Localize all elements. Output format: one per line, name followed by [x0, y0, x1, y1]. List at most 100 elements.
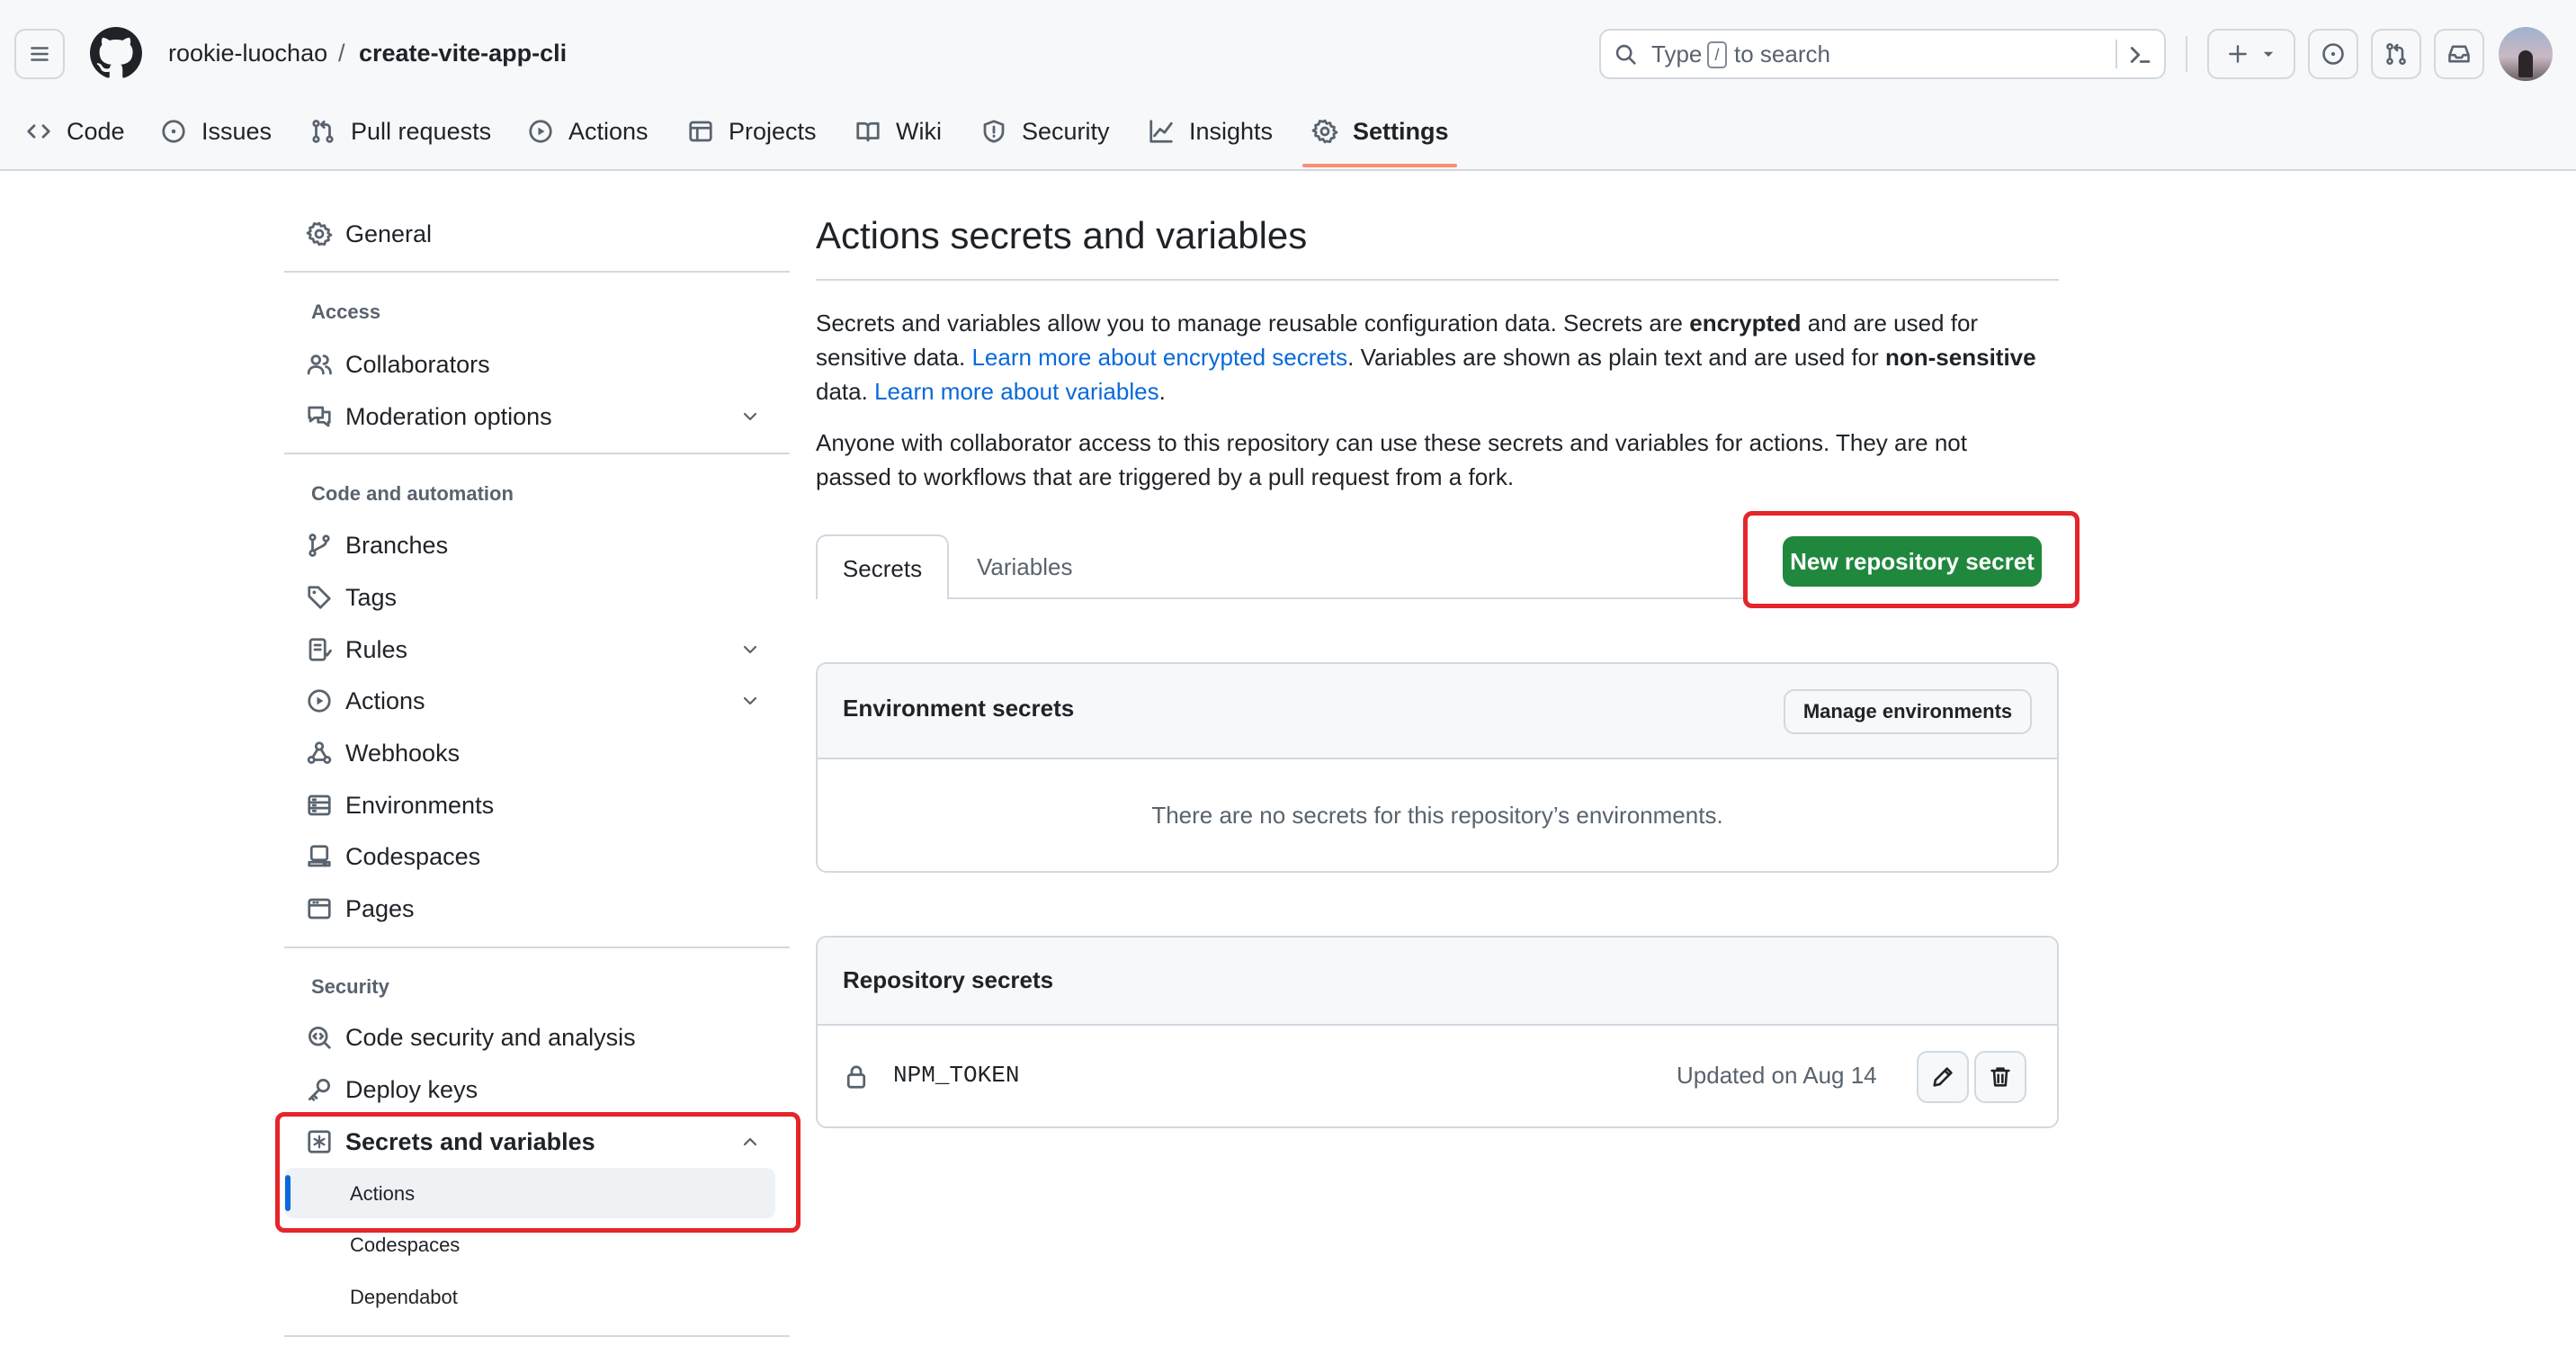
tab-insights[interactable]: Insights	[1148, 113, 1273, 149]
edit-secret-button[interactable]	[1917, 1051, 1969, 1103]
create-new-button[interactable]	[2207, 29, 2295, 79]
chevron-down-icon[interactable]	[739, 690, 761, 712]
sidebar-item-branches[interactable]: Branches	[306, 527, 448, 563]
sidebar-subitem-dependabot[interactable]: Dependabot	[350, 1286, 458, 1309]
sidebar-item-label: Webhooks	[345, 739, 461, 767]
shield-icon	[983, 120, 1005, 143]
search-shortcut-key: /	[1707, 41, 1727, 68]
command-palette-icon[interactable]	[2126, 41, 2153, 68]
menu-button[interactable]	[14, 29, 65, 79]
lock-icon	[846, 1065, 866, 1089]
tab-issues[interactable]: Issues	[160, 113, 272, 149]
description-paragraph: Secrets and variables allow you to manag…	[816, 306, 2048, 408]
sidebar-item-moderation-options[interactable]: Moderation options	[306, 399, 552, 435]
sidebar-item-label: Collaborators	[345, 350, 490, 378]
environment-secrets-header: Environment secrets Manage environments	[818, 664, 2057, 759]
secret-row: NPM_TOKEN Updated on Aug 14	[818, 1026, 2057, 1126]
sidebar-divider	[284, 1335, 790, 1337]
issues-button[interactable]	[2308, 29, 2358, 79]
sidebar-item-general[interactable]: General	[306, 216, 432, 252]
sidebar-item-environments[interactable]: Environments	[306, 787, 494, 823]
link-variables[interactable]: Learn more about variables	[874, 378, 1159, 405]
link-encrypted-secrets[interactable]: Learn more about encrypted secrets	[971, 344, 1347, 371]
title-divider	[816, 279, 2059, 281]
sidebar-item-collaborators[interactable]: Collaborators	[306, 346, 490, 382]
breadcrumb-repo[interactable]: create-vite-app-cli	[359, 38, 567, 68]
play-icon	[308, 689, 331, 713]
repository-secrets-box: Repository secrets NPM_TOKEN Updated on …	[816, 936, 2059, 1128]
environment-secrets-empty: There are no secrets for this repository…	[1151, 802, 1723, 829]
sidebar-divider	[284, 271, 790, 273]
tab-issues-label: Issues	[201, 117, 273, 145]
page-title: Actions secrets and variables	[816, 214, 1308, 256]
sidebar-heading-access: Access	[311, 301, 381, 323]
manage-environments-button[interactable]: Manage environments	[1784, 689, 2032, 734]
github-logo-icon[interactable]	[90, 27, 142, 79]
secret-updated: Updated on Aug 14	[1677, 1062, 1877, 1089]
sidebar-item-actions[interactable]: Actions	[306, 683, 425, 719]
sidebar-item-label: Rules	[345, 635, 408, 663]
sidebar-item-label: Tags	[345, 583, 398, 611]
sidebar-subitem-codespaces[interactable]: Codespaces	[350, 1234, 460, 1257]
repository-secrets-header: Repository secrets	[818, 938, 2057, 1026]
sidebar-item-tags[interactable]: Tags	[306, 579, 397, 615]
gear-icon	[1311, 119, 1338, 144]
manage-environments-label: Manage environments	[1802, 700, 2013, 722]
code-icon	[27, 124, 50, 139]
sidebar-item-label: Branches	[345, 531, 449, 559]
tab-code[interactable]: Code	[25, 113, 125, 149]
repo-rules-icon	[309, 638, 332, 661]
tab-security-label: Security	[1022, 117, 1110, 145]
sidebar-divider	[284, 453, 790, 454]
tab-secrets[interactable]: Secrets	[816, 534, 949, 599]
tab-actions[interactable]: Actions	[527, 113, 648, 149]
tab-wiki[interactable]: Wiki	[854, 113, 942, 149]
tab-variables[interactable]: Variables	[977, 534, 1072, 599]
sidebar-item-webhooks[interactable]: Webhooks	[306, 735, 460, 771]
sidebar-item-code-security[interactable]: Code security and analysis	[306, 1019, 636, 1055]
inbox-icon	[2448, 45, 2470, 63]
desc-bold-non-sensitive: non-sensitive	[1885, 344, 2036, 371]
sidebar-item-rules[interactable]: Rules	[306, 632, 407, 668]
chevron-down-icon[interactable]	[739, 406, 761, 427]
delete-secret-button[interactable]	[1974, 1051, 2026, 1103]
header-divider	[2186, 36, 2187, 72]
app-header: rookie-luochao / create-vite-app-cli Typ…	[0, 0, 2576, 171]
avatar[interactable]	[2499, 27, 2553, 81]
sidebar-item-deploy-keys[interactable]: Deploy keys	[306, 1072, 478, 1108]
sidebar-item-codespaces[interactable]: Codespaces	[306, 839, 480, 875]
tab-pull-requests[interactable]: Pull requests	[309, 113, 491, 149]
tab-settings[interactable]: Settings	[1311, 113, 1449, 149]
sidebar-item-label: Actions	[345, 686, 425, 714]
sidebar-heading-security: Security	[311, 975, 389, 998]
webhook-icon	[307, 741, 332, 764]
caret-down-icon	[2263, 51, 2274, 57]
tab-projects[interactable]: Projects	[687, 113, 817, 149]
sidebar-item-label: Codespaces	[345, 842, 481, 870]
tab-security[interactable]: Security	[980, 113, 1110, 149]
desc-text-4: data.	[816, 378, 875, 405]
chevron-down-icon[interactable]	[739, 639, 761, 660]
people-icon	[307, 354, 332, 375]
tab-pull-requests-label: Pull requests	[351, 117, 492, 145]
server-icon	[308, 794, 331, 816]
sidebar-item-pages[interactable]: Pages	[306, 891, 415, 927]
sidebar-item-label: Deploy keys	[345, 1075, 479, 1103]
sidebar-heading-code-automation: Code and automation	[311, 482, 514, 505]
desc-text-5: .	[1158, 378, 1166, 405]
git-branch-icon	[309, 534, 330, 557]
sidebar-item-label: General	[345, 220, 433, 247]
issue-icon	[2322, 43, 2344, 65]
inbox-button[interactable]	[2434, 29, 2484, 79]
pull-requests-button[interactable]	[2371, 29, 2421, 79]
browser-icon	[308, 898, 331, 920]
repository-secrets-title: Repository secrets	[843, 966, 1054, 993]
search-input[interactable]: Type / to search	[1599, 29, 2166, 79]
trash-icon	[1990, 1067, 2010, 1087]
hamburger-icon	[31, 47, 49, 61]
breadcrumb-owner[interactable]: rookie-luochao	[168, 38, 327, 68]
sidebar-item-label: Pages	[345, 894, 415, 922]
search-placeholder-prefix: Type	[1651, 40, 1703, 67]
environment-secrets-title: Environment secrets	[843, 695, 1075, 722]
book-icon	[856, 121, 880, 142]
